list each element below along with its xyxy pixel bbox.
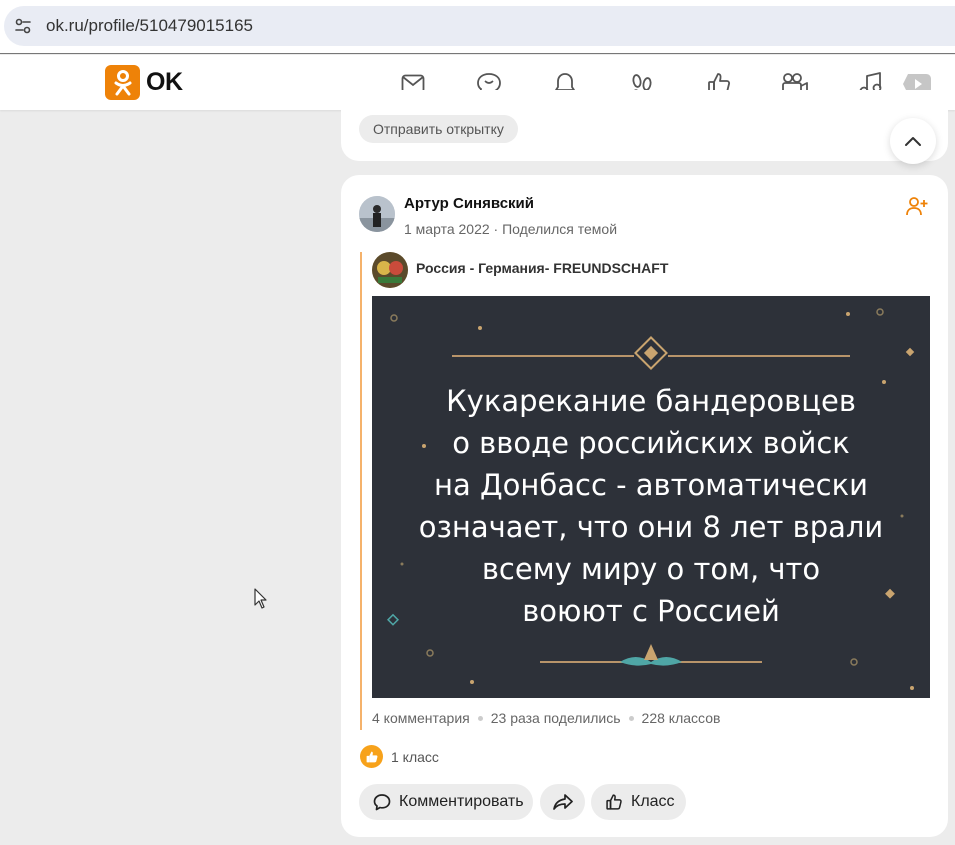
ok-logo-icon: [105, 65, 140, 100]
classes-count[interactable]: 228 классов: [642, 710, 721, 726]
thumbs-up-icon: [606, 794, 622, 810]
likers-row[interactable]: 1 класс: [360, 745, 439, 768]
browser-toolbar: ok.ru/profile/510479015165: [0, 0, 955, 54]
shared-topic-bar: [360, 252, 362, 730]
address-bar[interactable]: ok.ru/profile/510479015165: [4, 6, 955, 46]
caption-line: означает, что они 8 лет врали: [418, 510, 884, 544]
caption-line: на Донбасс - автоматически: [434, 468, 868, 502]
url-text[interactable]: ok.ru/profile/510479015165: [46, 16, 253, 36]
author-avatar[interactable]: [359, 196, 395, 232]
post-image-caption: Кукарекание бандеровцев о вводе российск…: [372, 380, 930, 632]
like-count: 1 класс: [391, 748, 439, 765]
caption-line: о вводе российских войск: [452, 426, 850, 460]
post-image[interactable]: Кукарекание бандеровцев о вводе российск…: [372, 296, 930, 698]
class-button-label: Класс: [631, 793, 675, 810]
comment-button[interactable]: Комментировать: [359, 784, 533, 820]
share-button[interactable]: [540, 784, 585, 820]
caption-line: воюют с Россией: [522, 594, 780, 628]
caption-line: всему миру о том, что: [481, 552, 821, 586]
comments-count[interactable]: 4 комментария: [372, 710, 470, 726]
ok-logo-text: OK: [146, 68, 183, 96]
chevron-up-icon: [905, 137, 921, 146]
add-friend-icon[interactable]: [906, 195, 928, 217]
share-icon: [552, 794, 573, 810]
mouse-cursor-icon: [254, 588, 268, 610]
author-name[interactable]: Артур Синявский: [404, 195, 534, 212]
ok-logo[interactable]: OK: [105, 65, 183, 100]
class-button[interactable]: Класс: [591, 784, 686, 820]
site-settings-icon[interactable]: [10, 13, 36, 39]
feed-post-card: Артур Синявский 1 марта 2022 · Поделился…: [341, 175, 948, 837]
group-name[interactable]: Россия - Германия- FREUNDSCHAFT: [416, 260, 668, 276]
scroll-to-top-button[interactable]: [890, 118, 936, 164]
separator-dot: [477, 715, 483, 721]
separator-dot: [628, 715, 634, 721]
group-avatar[interactable]: [372, 252, 408, 288]
shares-count[interactable]: 23 раза поделились: [491, 710, 621, 726]
previous-post-card: Отправить открытку: [341, 90, 948, 161]
post-stats: 4 комментария 23 раза поделились 228 кла…: [372, 710, 720, 726]
class-badge-icon: [360, 745, 383, 768]
comment-icon: [373, 794, 391, 811]
comment-button-label: Комментировать: [399, 793, 524, 810]
send-postcard-button[interactable]: Отправить открытку: [359, 115, 518, 143]
caption-line: Кукарекание бандеровцев: [446, 384, 856, 418]
post-meta: 1 марта 2022 · Поделился темой: [404, 221, 618, 237]
